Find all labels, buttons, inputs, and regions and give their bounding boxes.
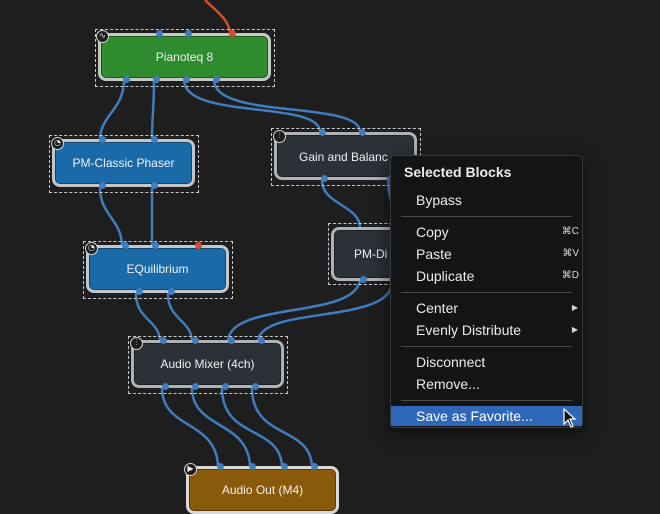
menu-shortcut: ⌘V: [562, 248, 579, 259]
input-port[interactable]: [122, 242, 129, 249]
menu-separator: [401, 400, 572, 401]
input-port[interactable]: [311, 463, 318, 470]
menu-item-duplicate[interactable]: Duplicate ⌘D: [391, 266, 582, 286]
submenu-arrow-icon: ▶: [571, 325, 578, 334]
input-port[interactable]: [249, 463, 256, 470]
menu-item-label: Save as Favorite...: [416, 408, 533, 424]
wire-eq-mixer-2: [166, 292, 194, 344]
menu-item-label: Copy: [416, 224, 449, 240]
wire-eq-mixer-1: [134, 292, 162, 344]
menu-item-label: Disconnect: [416, 354, 486, 370]
menu-item-label: Bypass: [416, 192, 462, 208]
wire-mixer-out-3: [220, 386, 284, 470]
menu-shortcut: ⌘C: [561, 226, 579, 237]
wire-pmdi-mixer-1: [226, 276, 362, 344]
input-port[interactable]: [281, 463, 288, 470]
menu-separator: [401, 346, 572, 347]
menu-separator: [401, 216, 572, 217]
input-port[interactable]: [217, 463, 224, 470]
audio-wave-icon: ∿: [96, 30, 109, 43]
menu-header: Selected Blocks: [404, 164, 512, 180]
output-port[interactable]: [153, 76, 160, 83]
wire-phaser-eq-1: [98, 186, 124, 248]
submenu-arrow-icon: ▶: [571, 303, 578, 312]
input-port[interactable]: [229, 30, 236, 37]
menu-item-bypass[interactable]: Bypass: [391, 190, 582, 210]
input-port[interactable]: [151, 136, 158, 143]
block-audio-out[interactable]: Audio Out (M4): [186, 463, 339, 514]
input-port[interactable]: [319, 129, 326, 136]
block-label-gain: Gain and Balanc: [299, 150, 388, 164]
input-port[interactable]: [192, 337, 199, 344]
wire-pianoteq-phaser-1: [98, 78, 126, 142]
wire-mixer-out-1: [160, 386, 220, 470]
mixer-sliders-icon: ⫶: [130, 337, 143, 350]
output-port[interactable]: [136, 288, 143, 295]
input-port[interactable]: [185, 30, 192, 37]
block-label-equilibrium: EQuilibrium: [126, 262, 189, 276]
menu-item-disconnect[interactable]: Disconnect: [391, 352, 582, 372]
menu-item-paste[interactable]: Paste ⌘V: [391, 244, 582, 264]
block-mixer[interactable]: Audio Mixer (4ch): [131, 337, 284, 390]
menu-item-save-as-favorite[interactable]: Save as Favorite...: [391, 406, 582, 426]
menu-item-label: Center: [416, 300, 459, 316]
context-menu: Selected Blocks Bypass Copy ⌘C Paste ⌘V …: [390, 155, 583, 428]
input-port[interactable]: [359, 129, 366, 136]
wire-mixer-out-4: [250, 386, 314, 470]
input-port[interactable]: [156, 30, 163, 37]
wire-gain-pmdi-1: [320, 178, 362, 230]
knob-icon: ◔: [85, 242, 98, 255]
input-port[interactable]: [258, 337, 265, 344]
output-port[interactable]: [222, 383, 229, 390]
play-icon: ▶: [184, 463, 197, 476]
block-label-pianoteq: Pianoteq 8: [155, 50, 214, 64]
mouse-pointer-icon: [563, 408, 577, 428]
block-equilibrium[interactable]: EQuilibrium: [86, 242, 229, 295]
input-port[interactable]: [99, 136, 106, 143]
input-port[interactable]: [228, 337, 235, 344]
block-pianoteq[interactable]: Pianoteq 8: [98, 30, 271, 83]
menu-item-label: Paste: [416, 246, 452, 262]
output-port[interactable]: [151, 182, 158, 189]
knob-icon: ◔: [51, 137, 64, 150]
mixer-sliders-icon: ⫶: [273, 130, 286, 143]
menu-shortcut: ⌘D: [561, 270, 579, 281]
menu-item-center[interactable]: Center ▶: [391, 298, 582, 318]
input-port[interactable]: [195, 242, 202, 249]
menu-item-label: Evenly Distribute: [416, 322, 522, 338]
output-port[interactable]: [183, 76, 190, 83]
output-port[interactable]: [192, 383, 199, 390]
input-port[interactable]: [152, 242, 159, 249]
output-port[interactable]: [123, 76, 130, 83]
menu-item-label: Duplicate: [416, 268, 475, 284]
block-label-pmdi: PM-Di: [354, 247, 388, 261]
output-port[interactable]: [162, 383, 169, 390]
output-port[interactable]: [213, 76, 220, 83]
output-port[interactable]: [168, 288, 175, 295]
wire-pianoteq-gain-1: [182, 78, 322, 134]
wire-pianoteq-phaser-2: [150, 78, 156, 142]
wire-mixer-out-2: [190, 386, 252, 470]
output-port[interactable]: [360, 276, 367, 283]
block-label-mixer: Audio Mixer (4ch): [160, 357, 255, 371]
menu-item-copy[interactable]: Copy ⌘C: [391, 222, 582, 242]
output-port[interactable]: [321, 175, 328, 182]
block-label-phaser: PM-Classic Phaser: [72, 156, 175, 170]
block-label-audio-out: Audio Out (M4): [221, 483, 304, 497]
menu-separator: [401, 292, 572, 293]
input-port[interactable]: [160, 337, 167, 344]
menu-item-remove[interactable]: Remove...: [391, 374, 582, 394]
output-port[interactable]: [99, 182, 106, 189]
menu-item-evenly-distribute[interactable]: Evenly Distribute ▶: [391, 320, 582, 340]
output-port[interactable]: [252, 383, 259, 390]
block-phaser[interactable]: PM-Classic Phaser: [52, 136, 195, 189]
menu-item-label: Remove...: [416, 376, 480, 392]
